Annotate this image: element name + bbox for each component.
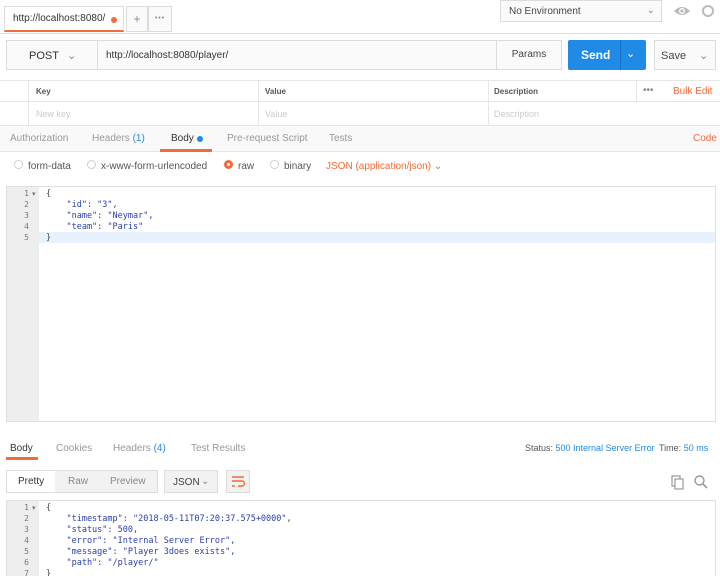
new-key-input[interactable]: New key xyxy=(36,109,71,119)
code-line: "name": "Neymar", xyxy=(46,211,154,221)
save-label: Save xyxy=(661,50,687,62)
new-tab-button[interactable]: + xyxy=(126,6,148,32)
chevron-down-icon: ⌄ xyxy=(433,161,443,172)
code-line: "path": "/player/" xyxy=(46,558,159,568)
code-line: { xyxy=(46,189,52,199)
response-body-viewer[interactable]: 1 ▾ 2 3 4 5 6 7 { "timestamp": "2018-05-… xyxy=(6,500,716,576)
line-number: 6 xyxy=(24,558,29,567)
line-number: 5 xyxy=(24,547,29,556)
line-number: 2 xyxy=(24,514,29,523)
view-raw-button[interactable]: Raw xyxy=(68,476,88,487)
fold-arrow-icon[interactable]: ▾ xyxy=(32,504,36,512)
radio-urlencoded[interactable] xyxy=(87,160,96,169)
code-line: } xyxy=(46,569,52,576)
tab-body[interactable]: Body xyxy=(171,133,194,144)
environment-select[interactable]: No Environment ⌄ xyxy=(500,0,662,22)
unsaved-dot-icon xyxy=(111,17,117,23)
params-button[interactable]: Params xyxy=(496,40,562,70)
fold-arrow-icon[interactable]: ▾ xyxy=(32,190,36,198)
new-value-input[interactable]: Value xyxy=(265,109,287,119)
request-body-editor[interactable]: 1 ▾ 2 3 4 5 { "id": "3", "name": "Neymar… xyxy=(6,186,716,422)
content-type-select[interactable]: JSON (application/json) ⌄ xyxy=(326,161,442,172)
method-select[interactable]: POST ⌄ xyxy=(6,40,98,70)
chevron-down-icon: ⌄ xyxy=(201,476,210,487)
bulk-edit-link[interactable]: Bulk Edit xyxy=(673,86,712,97)
line-number: 4 xyxy=(24,222,29,231)
line-number: 5 xyxy=(24,233,29,242)
params-table-header: Key Value Description ••• Bulk Edit xyxy=(0,80,720,102)
environment-value: No Environment xyxy=(509,6,581,17)
tab-pre-request-script[interactable]: Pre-request Script xyxy=(227,133,308,144)
view-preview-button[interactable]: Preview xyxy=(110,476,146,487)
line-number: 2 xyxy=(24,200,29,209)
copy-icon[interactable] xyxy=(670,474,686,490)
response-format-select[interactable]: JSON ⌄ xyxy=(164,470,218,493)
tab-response-headers[interactable]: Headers (4) xyxy=(113,443,166,454)
label-form-data: form-data xyxy=(28,161,71,172)
format-value: JSON xyxy=(173,477,200,488)
view-pretty-button[interactable]: Pretty xyxy=(18,476,44,487)
label-raw: raw xyxy=(238,161,255,172)
radio-binary[interactable] xyxy=(270,160,279,169)
label-binary: binary xyxy=(284,161,312,172)
send-label: Send xyxy=(581,48,611,62)
code-link[interactable]: Code xyxy=(693,133,717,144)
eye-icon[interactable] xyxy=(668,0,696,22)
status-value: 500 Internal Server Error xyxy=(555,443,655,453)
line-number: 4 xyxy=(24,536,29,545)
request-tab-title: http://localhost:8080/ xyxy=(13,13,106,24)
column-value: Value xyxy=(265,87,286,96)
code-line: "timestamp": "2018-05-11T07:20:37.575+00… xyxy=(46,514,292,524)
time-readout: Time: 50 ms xyxy=(659,443,709,453)
code-line: { xyxy=(46,503,52,513)
chevron-down-icon[interactable]: ⌄ xyxy=(626,47,635,60)
column-description: Description xyxy=(494,87,539,96)
tab-test-results[interactable]: Test Results xyxy=(191,443,245,454)
radio-form-data[interactable] xyxy=(14,160,23,169)
chevron-down-icon[interactable]: ⌄ xyxy=(699,49,708,62)
line-number: 3 xyxy=(24,211,29,220)
search-icon[interactable] xyxy=(693,474,709,490)
radio-raw[interactable] xyxy=(224,160,233,169)
wrap-lines-icon[interactable] xyxy=(226,470,250,493)
method-value: POST xyxy=(29,50,59,62)
settings-icon[interactable] xyxy=(700,0,720,22)
column-key: Key xyxy=(36,87,51,96)
more-tabs-button[interactable]: ••• xyxy=(148,6,172,32)
code-line: "error": "Internal Server Error", xyxy=(46,536,236,546)
more-options-icon[interactable]: ••• xyxy=(643,85,654,96)
new-description-input[interactable]: Description xyxy=(494,109,539,119)
request-tab[interactable]: http://localhost:8080/ xyxy=(4,6,124,32)
code-line: "message": "Player 3does exists", xyxy=(46,547,236,557)
line-number: 1 xyxy=(24,189,29,198)
tab-tests[interactable]: Tests xyxy=(329,133,352,144)
line-number: 1 xyxy=(24,503,29,512)
code-line: "team": "Paris" xyxy=(46,222,144,232)
code-line: "status": 500, xyxy=(46,525,139,535)
line-number: 7 xyxy=(24,569,29,576)
params-new-row: New key Value Description xyxy=(0,102,720,126)
body-modified-dot-icon xyxy=(197,136,203,142)
chevron-down-icon: ⌄ xyxy=(646,5,655,16)
time-value: 50 ms xyxy=(683,443,709,453)
label-urlencoded: x-www-form-urlencoded xyxy=(101,161,208,172)
url-value: http://localhost:8080/player/ xyxy=(106,50,229,61)
code-line: } xyxy=(46,233,52,243)
send-button[interactable]: Send ⌄ xyxy=(568,40,646,70)
save-button[interactable]: Save ⌄ xyxy=(654,40,716,70)
tab-headers[interactable]: Headers (1) xyxy=(92,133,145,144)
tab-response-body[interactable]: Body xyxy=(10,443,33,454)
line-number: 3 xyxy=(24,525,29,534)
url-input[interactable]: http://localhost:8080/player/ xyxy=(97,40,497,70)
status-readout: Status: 500 Internal Server Error xyxy=(525,443,655,453)
chevron-down-icon: ⌄ xyxy=(67,50,77,62)
tab-cookies[interactable]: Cookies xyxy=(56,443,92,454)
code-line: "id": "3", xyxy=(46,200,118,210)
request-tabs: Authorization Headers (1) Body Pre-reque… xyxy=(0,126,720,152)
tab-authorization[interactable]: Authorization xyxy=(10,133,68,144)
